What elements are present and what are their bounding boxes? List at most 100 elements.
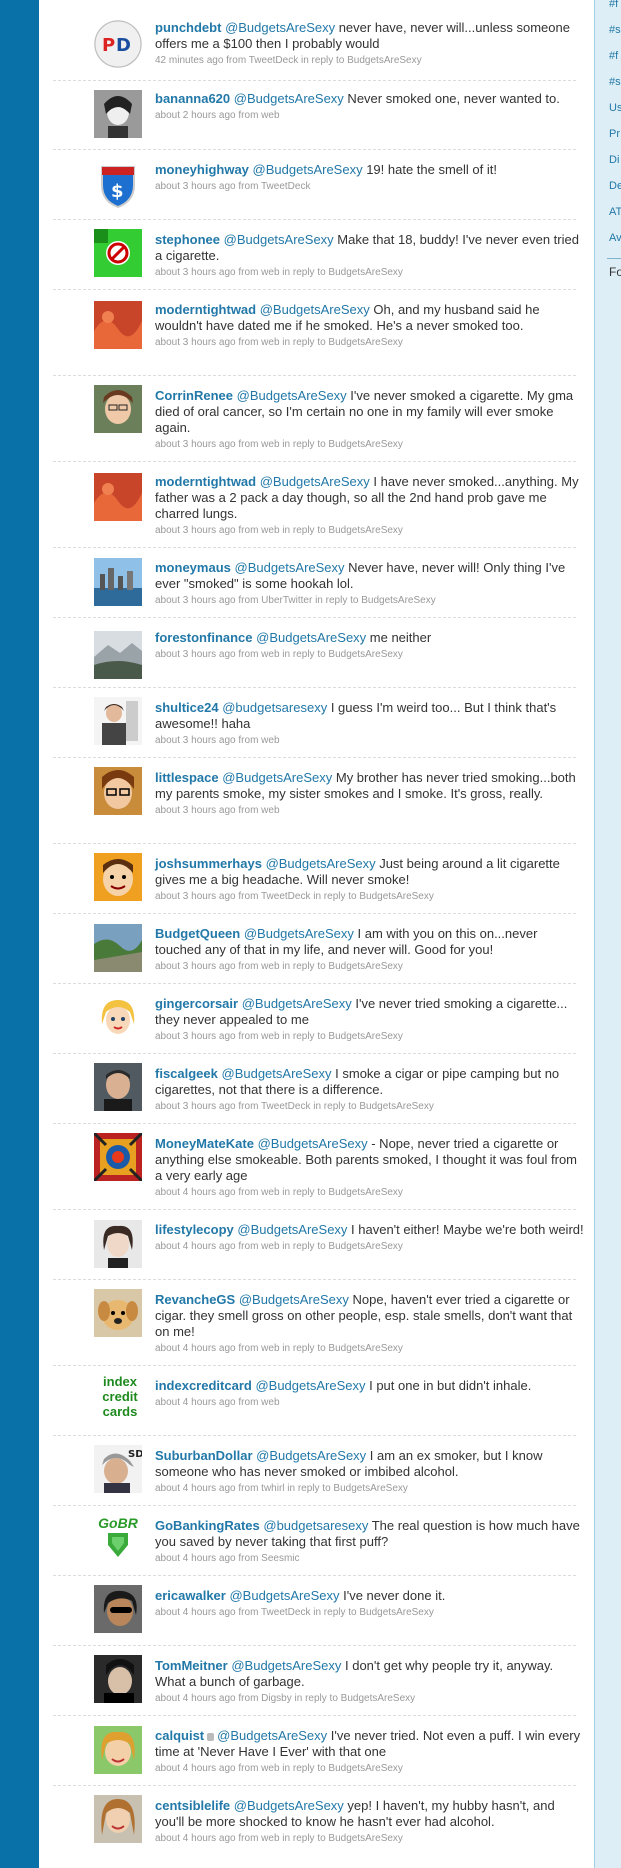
- tweet-mention[interactable]: @BudgetsAreSexy: [235, 560, 345, 575]
- sidebar-item[interactable]: #s: [595, 20, 621, 46]
- tweet-username[interactable]: indexcreditcard: [155, 1378, 252, 1393]
- avatar[interactable]: [94, 1726, 142, 1774]
- avatar[interactable]: [94, 558, 142, 606]
- tweet-mention[interactable]: @BudgetsAreSexy: [253, 162, 363, 177]
- sidebar-item[interactable]: Pr: [595, 124, 621, 150]
- avatar[interactable]: [94, 853, 142, 901]
- tweet-mention[interactable]: @BudgetsAreSexy: [222, 770, 332, 785]
- tweet-username[interactable]: MoneyMateKate: [155, 1136, 254, 1151]
- avatar[interactable]: [94, 1133, 142, 1181]
- tweet-content: fiscalgeek @BudgetsAreSexy I smoke a cig…: [155, 1066, 585, 1114]
- tweet-mention[interactable]: @BudgetsAreSexy: [266, 856, 376, 871]
- tweet-mention[interactable]: @BudgetsAreSexy: [229, 1588, 339, 1603]
- avatar[interactable]: [94, 1289, 142, 1337]
- avatar[interactable]: [94, 473, 142, 521]
- tweet-username[interactable]: calquist: [155, 1728, 204, 1743]
- tweet-username[interactable]: moneymaus: [155, 560, 231, 575]
- avatar[interactable]: [94, 767, 142, 815]
- avatar[interactable]: [94, 385, 142, 433]
- avatar[interactable]: [94, 994, 142, 1042]
- tweet-username[interactable]: joshsummerhays: [155, 856, 262, 871]
- svg-text:SD: SD: [128, 1449, 142, 1460]
- tweet-text: me neither: [366, 630, 432, 645]
- tweet-username[interactable]: RevancheGS: [155, 1292, 235, 1307]
- tweet-username[interactable]: shultice24: [155, 700, 219, 715]
- tweet-content: TomMeitner @BudgetsAreSexy I don't get w…: [155, 1658, 585, 1706]
- sidebar-item[interactable]: #f: [595, 46, 621, 72]
- tweet-username[interactable]: moderntightwad: [155, 302, 256, 317]
- tweet-mention[interactable]: @BudgetsAreSexy: [237, 1222, 347, 1237]
- tweet-mention[interactable]: @BudgetsAreSexy: [225, 20, 335, 35]
- tweet-username[interactable]: SuburbanDollar: [155, 1448, 253, 1463]
- tweet-content: bananna620 @BudgetsAreSexy Never smoked …: [155, 91, 585, 123]
- tweet-meta: about 3 hours ago from UberTwitter in re…: [155, 595, 436, 606]
- tweet-content: ericawalker @BudgetsAreSexy I've never d…: [155, 1588, 585, 1620]
- tweet-mention[interactable]: @BudgetsAreSexy: [224, 232, 334, 247]
- avatar[interactable]: [94, 924, 142, 972]
- tweet-content: gingercorsair @BudgetsAreSexy I've never…: [155, 996, 585, 1044]
- tweet-username[interactable]: BudgetQueen: [155, 926, 240, 941]
- avatar[interactable]: [94, 229, 142, 277]
- tweet-mention[interactable]: @budgetsaresexy: [263, 1518, 368, 1533]
- sidebar-item[interactable]: AT: [595, 202, 621, 228]
- tweet-username[interactable]: punchdebt: [155, 20, 221, 35]
- tweet-username[interactable]: GoBankingRates: [155, 1518, 260, 1533]
- tweet-mention[interactable]: @BudgetsAreSexy: [258, 1136, 368, 1151]
- sidebar-item[interactable]: #s: [595, 72, 621, 98]
- avatar[interactable]: [94, 1655, 142, 1703]
- tweet-mention[interactable]: @BudgetsAreSexy: [222, 1066, 332, 1081]
- tweet-username[interactable]: lifestylecopy: [155, 1222, 234, 1237]
- tweet-username[interactable]: stephonee: [155, 232, 220, 247]
- tweet-mention[interactable]: @BudgetsAreSexy: [260, 474, 370, 489]
- tweet-mention[interactable]: @BudgetsAreSexy: [255, 1378, 365, 1393]
- tweet-mention[interactable]: @BudgetsAreSexy: [256, 630, 366, 645]
- avatar[interactable]: [94, 1220, 142, 1268]
- tweet-meta: about 4 hours ago from web: [155, 1397, 280, 1408]
- tweet-username[interactable]: forestonfinance: [155, 630, 253, 645]
- tweet-mention[interactable]: @BudgetsAreSexy: [244, 926, 354, 941]
- avatar[interactable]: $: [94, 161, 142, 209]
- avatar[interactable]: index credit cards: [92, 1374, 148, 1424]
- tweet-username[interactable]: centsiblelife: [155, 1798, 230, 1813]
- tweet-meta: 42 minutes ago from TweetDeck in reply t…: [155, 55, 422, 66]
- tweet-mention[interactable]: @BudgetsAreSexy: [237, 388, 347, 403]
- avatar[interactable]: SD: [94, 1445, 142, 1493]
- tweet-mention[interactable]: @BudgetsAreSexy: [234, 1798, 344, 1813]
- avatar[interactable]: [94, 301, 142, 349]
- tweet-meta: about 3 hours ago from web: [155, 805, 280, 816]
- sidebar-item[interactable]: Di: [595, 150, 621, 176]
- avatar[interactable]: [94, 1795, 142, 1843]
- tweet-username[interactable]: ericawalker: [155, 1588, 226, 1603]
- tweet-mention[interactable]: @BudgetsAreSexy: [234, 91, 344, 106]
- sidebar-item[interactable]: Us: [595, 98, 621, 124]
- tweet-mention[interactable]: @budgetsaresexy: [222, 700, 327, 715]
- avatar[interactable]: [94, 697, 142, 745]
- lock-icon: [207, 1732, 215, 1741]
- tweet-text: 19! hate the smell of it!: [362, 162, 497, 177]
- sidebar-item[interactable]: #f: [595, 0, 621, 20]
- tweet-username[interactable]: gingercorsair: [155, 996, 238, 1011]
- tweet-mention[interactable]: @BudgetsAreSexy: [256, 1448, 366, 1463]
- tweet-meta: about 3 hours ago from TweetDeck in repl…: [155, 891, 434, 902]
- tweet-username[interactable]: CorrinRenee: [155, 388, 233, 403]
- avatar[interactable]: [94, 1063, 142, 1111]
- sidebar-item[interactable]: Av: [595, 228, 621, 254]
- tweet-mention[interactable]: @BudgetsAreSexy: [231, 1658, 341, 1673]
- avatar[interactable]: GoBR: [94, 1515, 142, 1563]
- avatar[interactable]: [94, 631, 142, 679]
- tweet-username[interactable]: littlespace: [155, 770, 219, 785]
- tweet-username[interactable]: moneyhighway: [155, 162, 249, 177]
- sidebar-item[interactable]: De: [595, 176, 621, 202]
- tweet-meta: about 3 hours ago from web in reply to B…: [155, 649, 403, 660]
- tweet-username[interactable]: bananna620: [155, 91, 230, 106]
- avatar[interactable]: PD: [94, 20, 142, 68]
- tweet-mention[interactable]: @BudgetsAreSexy: [260, 302, 370, 317]
- avatar[interactable]: [94, 1585, 142, 1633]
- tweet-mention[interactable]: @BudgetsAreSexy: [242, 996, 352, 1011]
- tweet-username[interactable]: fiscalgeek: [155, 1066, 218, 1081]
- avatar[interactable]: [94, 90, 142, 138]
- tweet-username[interactable]: moderntightwad: [155, 474, 256, 489]
- tweet-username[interactable]: TomMeitner: [155, 1658, 228, 1673]
- tweet-mention[interactable]: @BudgetsAreSexy: [217, 1728, 327, 1743]
- tweet-mention[interactable]: @BudgetsAreSexy: [239, 1292, 349, 1307]
